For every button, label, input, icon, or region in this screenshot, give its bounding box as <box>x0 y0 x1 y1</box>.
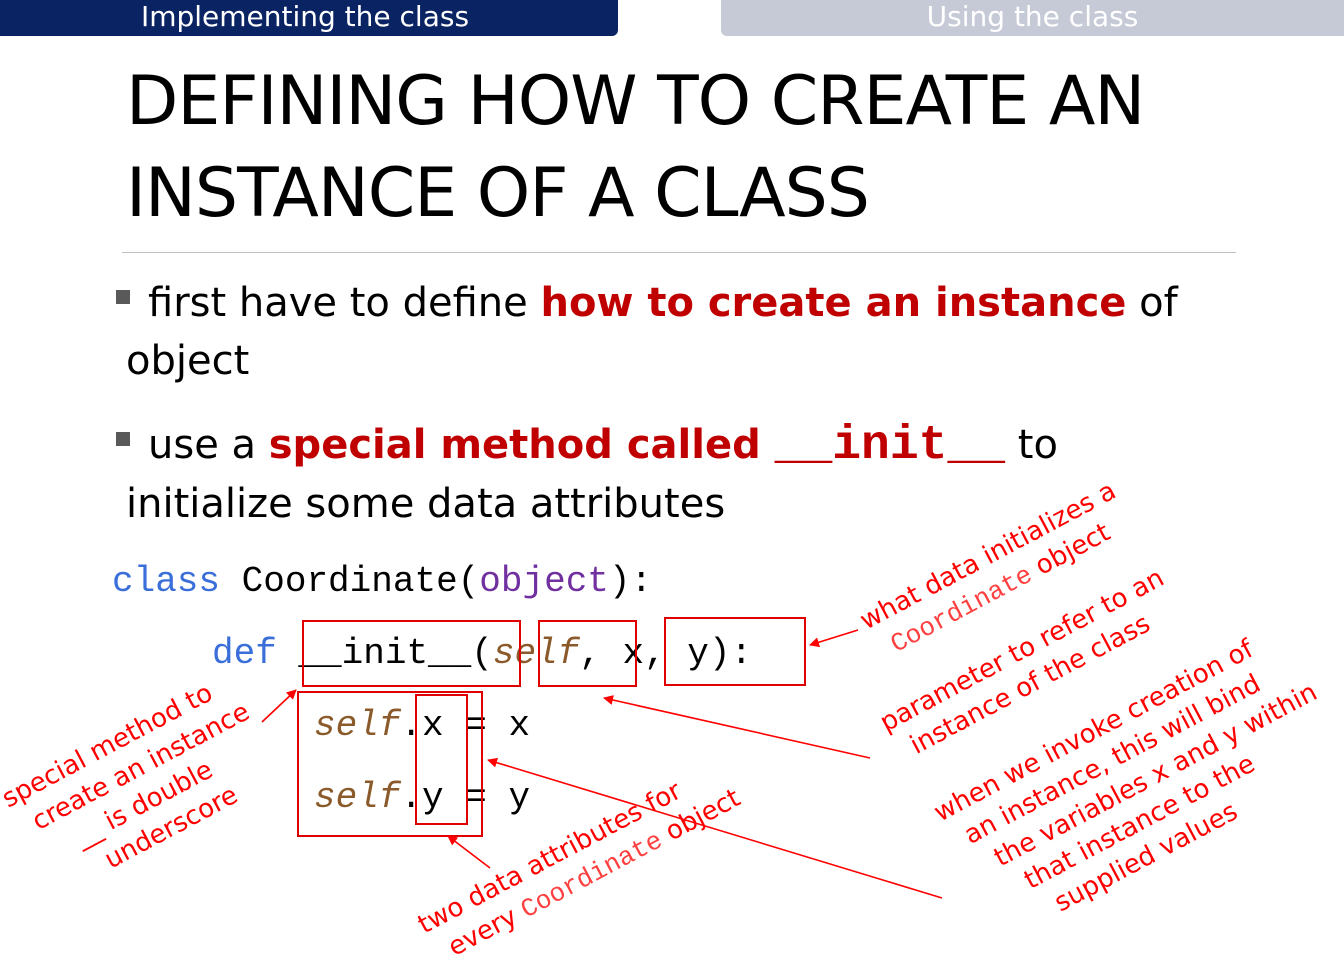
arrow-to-xy-params <box>809 629 859 648</box>
arrow-to-self-param <box>603 695 871 759</box>
annotation-special-method: special method to create an instance __ … <box>0 678 255 875</box>
arrow-to-init-box <box>261 689 297 723</box>
annotation-two-attributes: two data attributes for every Coordinate… <box>413 776 745 963</box>
annotation-overlay: what data initializes a Coordinate objec… <box>0 476 1322 963</box>
arrow-to-body-box <box>447 835 491 869</box>
